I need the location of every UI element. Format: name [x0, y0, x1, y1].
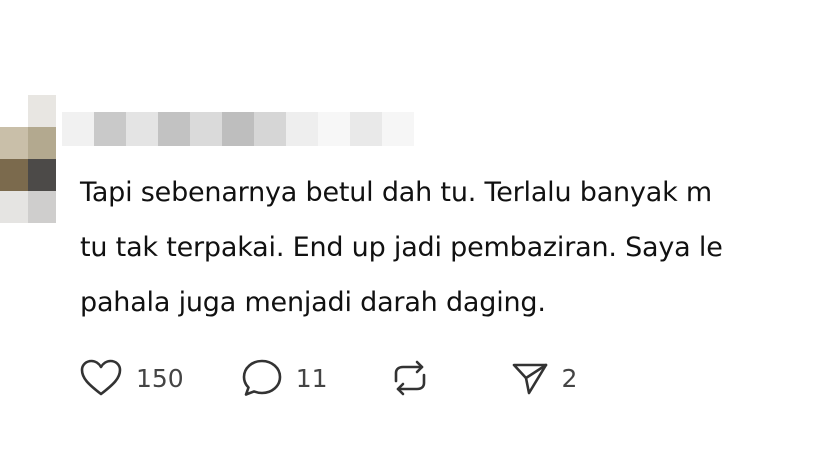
avatar[interactable] [0, 95, 56, 223]
like-count: 150 [136, 363, 184, 393]
post-container: Tapi sebenarnya betul dah tu. Terlalu ba… [0, 0, 830, 468]
share-count: 2 [561, 363, 578, 393]
username-blurred[interactable] [62, 112, 414, 146]
comment-bubble-icon [242, 359, 282, 396]
heart-icon [80, 359, 122, 396]
reply-button[interactable]: 11 [240, 357, 328, 399]
reply-count: 11 [295, 363, 328, 393]
action-bar: 150 11 2 [78, 356, 577, 400]
repost-icon [394, 360, 425, 396]
comment-line: Tapi sebenarnya betul dah tu. Terlalu ba… [80, 177, 712, 208]
comment-text: Tapi sebenarnya betul dah tu. Terlalu ba… [80, 165, 830, 330]
send-icon [512, 363, 547, 395]
share-button[interactable]: 2 [510, 358, 578, 398]
like-button[interactable]: 150 [78, 358, 184, 398]
comment-line: tu tak terpakai. End up jadi pembaziran.… [80, 232, 723, 263]
cropped-previous-text [0, 0, 830, 6]
comment-line: pahala juga menjadi darah daging. [80, 287, 546, 318]
repost-button[interactable] [388, 357, 432, 399]
